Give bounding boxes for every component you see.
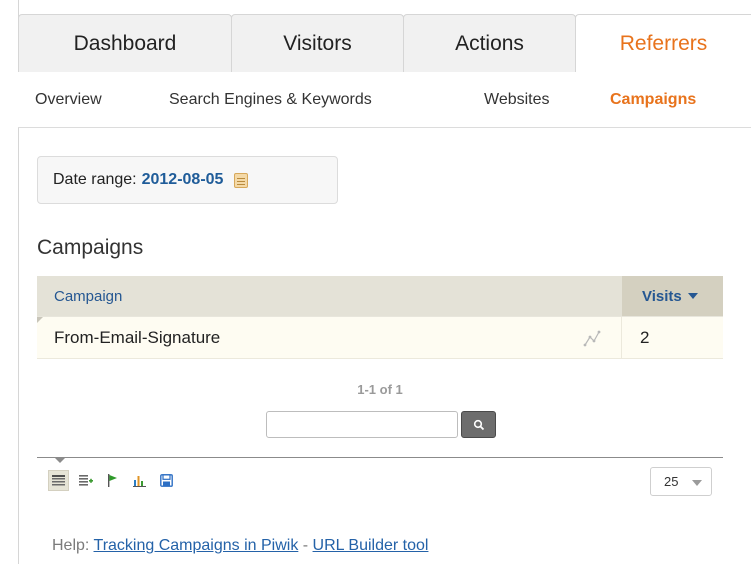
row-evolution-icon[interactable] bbox=[583, 329, 601, 347]
tab-visitors[interactable]: Visitors bbox=[231, 14, 404, 72]
calendar-icon[interactable] bbox=[234, 172, 249, 188]
help-link-tracking-campaigns[interactable]: Tracking Campaigns in Piwik bbox=[94, 537, 299, 554]
column-header-campaign-label: Campaign bbox=[54, 287, 123, 305]
column-header-campaign[interactable]: Campaign bbox=[37, 276, 622, 316]
table-search bbox=[266, 411, 496, 438]
table-view-icon[interactable] bbox=[48, 470, 69, 491]
toolbar-divider bbox=[37, 457, 723, 458]
subtab-campaigns[interactable]: Campaigns bbox=[610, 91, 696, 109]
subtab-overview[interactable]: Overview bbox=[35, 91, 102, 109]
search-icon bbox=[473, 419, 484, 430]
help-prefix: Help: bbox=[52, 537, 90, 554]
tab-actions[interactable]: Actions bbox=[403, 14, 576, 72]
bar-chart-icon[interactable] bbox=[129, 470, 150, 491]
search-button[interactable] bbox=[461, 411, 496, 438]
tab-referrers[interactable]: Referrers bbox=[575, 14, 751, 72]
pagination-info: 1-1 of 1 bbox=[357, 382, 403, 397]
goals-flag-icon[interactable] bbox=[102, 470, 123, 491]
date-range-selector[interactable]: Date range: 2012-08-05 bbox=[37, 156, 338, 204]
toolbar-caret-icon bbox=[55, 458, 65, 463]
help-text: Help: Tracking Campaigns in Piwik - URL … bbox=[52, 537, 428, 555]
date-range-label: Date range: bbox=[53, 171, 137, 188]
sub-tabs: Overview Search Engines & Keywords Websi… bbox=[18, 72, 751, 128]
main-tabs: Dashboard Visitors Actions Referrers bbox=[18, 14, 751, 72]
column-header-visits[interactable]: Visits bbox=[622, 276, 723, 316]
cell-visits: 2 bbox=[622, 317, 723, 358]
cell-campaign: From-Email-Signature bbox=[37, 317, 622, 358]
subtab-websites[interactable]: Websites bbox=[484, 91, 550, 109]
campaign-name: From-Email-Signature bbox=[54, 327, 221, 347]
section-title: Campaigns bbox=[37, 236, 144, 259]
help-separator: - bbox=[298, 537, 313, 554]
tab-dashboard[interactable]: Dashboard bbox=[18, 14, 232, 72]
subtab-search-engines-keywords[interactable]: Search Engines & Keywords bbox=[169, 91, 372, 109]
export-icon[interactable] bbox=[156, 470, 177, 491]
sort-desc-icon bbox=[687, 293, 698, 299]
row-limit-value: 25 bbox=[664, 474, 679, 489]
search-input[interactable] bbox=[266, 411, 458, 438]
date-range-value[interactable]: 2012-08-05 bbox=[142, 171, 224, 189]
chevron-down-icon bbox=[692, 480, 702, 486]
campaigns-table: Campaign Visits From-Email-Signature 2 bbox=[37, 276, 723, 359]
help-link-url-builder[interactable]: URL Builder tool bbox=[313, 537, 429, 554]
table-row[interactable]: From-Email-Signature 2 bbox=[37, 317, 723, 359]
column-header-visits-label: Visits bbox=[642, 287, 682, 305]
table-more-columns-icon[interactable] bbox=[75, 470, 96, 491]
row-limit-select[interactable]: 25 bbox=[650, 467, 712, 496]
visits-value: 2 bbox=[640, 327, 650, 347]
table-header: Campaign Visits bbox=[37, 276, 723, 317]
